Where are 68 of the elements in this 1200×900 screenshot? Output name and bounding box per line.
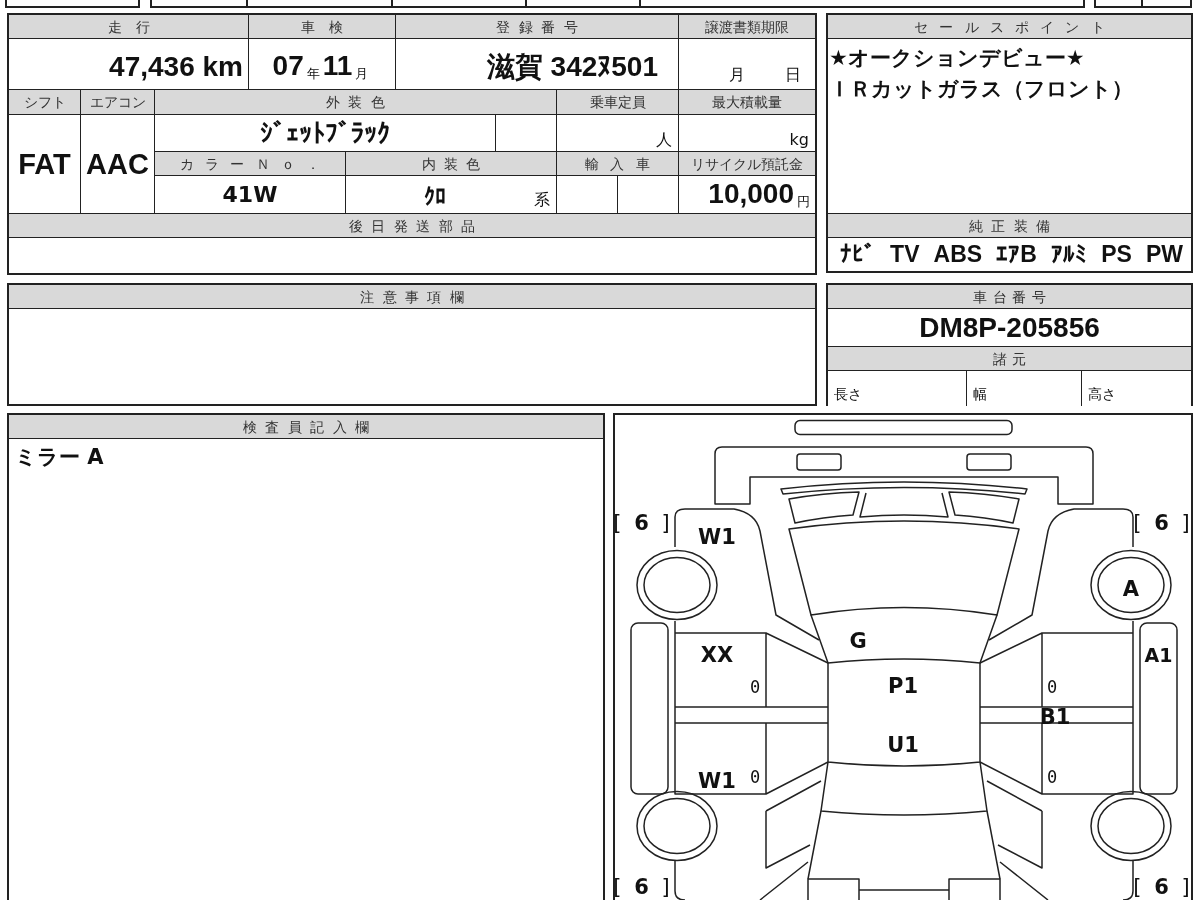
color-number-value: 41W — [222, 183, 278, 206]
unit-label: 系 — [534, 192, 550, 208]
door-mark: 0 — [749, 678, 761, 696]
field-header: 譲渡書類期限 — [679, 15, 815, 38]
section-header: 注意事項欄 — [9, 285, 815, 308]
equipment-item: ｱﾙﾐ — [1051, 243, 1087, 266]
unit-label: 年 — [306, 67, 320, 80]
unit-label: 月 — [729, 67, 745, 83]
mileage-value: 47,436 km — [109, 53, 243, 81]
spec-label: 長さ — [834, 387, 862, 401]
field-header: 輸入車 — [557, 152, 678, 175]
shift-value: FAT — [18, 149, 71, 179]
damage-code: P1 — [888, 675, 918, 697]
field-header: シフト — [9, 90, 80, 114]
field-header: 最大積載量 — [679, 90, 815, 114]
damage-code: W1 — [698, 526, 736, 548]
section-header: 諸元 — [828, 347, 1191, 370]
inspection-year: 07 — [272, 52, 304, 80]
registration-number: 滋賀 342ﾇ501 — [486, 53, 658, 81]
field-header: 内装色 — [346, 152, 556, 175]
tread-depth: [ 6 ] — [613, 876, 673, 898]
field-header: カラーＮｏ． — [155, 152, 345, 175]
damage-code: A — [1122, 578, 1140, 600]
interior-color-value: ｸﾛ — [424, 186, 446, 208]
equipment-item: ｴｱB — [996, 243, 1037, 266]
equipment-item: TV — [890, 243, 920, 266]
recycling-amount: 10,000 — [708, 180, 794, 208]
field-header: エアコン — [81, 90, 154, 114]
damage-code: XX — [700, 644, 734, 666]
inspector-note: ミラー A — [15, 444, 104, 471]
spec-label: 幅 — [973, 387, 987, 401]
section-header: セールスポイント — [828, 15, 1191, 38]
spec-label: 高さ — [1088, 387, 1116, 401]
damage-code: U1 — [887, 734, 919, 756]
door-mark: 0 — [1046, 678, 1058, 696]
field-header: 乗車定員 — [557, 90, 678, 114]
damage-code: G — [849, 630, 867, 652]
field-header: リサイクル預託金 — [679, 152, 815, 175]
equipment-item: PW — [1145, 243, 1183, 266]
field-header: 登録番号 — [396, 15, 678, 38]
unit-label: 日 — [785, 67, 801, 83]
sales-point-text: ★オークションデビュー★ — [829, 45, 1085, 72]
unit-label: 円 — [797, 195, 810, 208]
tread-depth: [ 6 ] — [1133, 876, 1193, 898]
field-header: 車検 — [249, 15, 395, 38]
sales-point-text: ＩＲカットガラス（フロント） — [829, 76, 1133, 103]
section-header: 純正装備 — [828, 214, 1191, 237]
damage-code: A1 — [1144, 645, 1173, 665]
tread-depth: [ 6 ] — [613, 512, 673, 534]
section-header: 車台番号 — [828, 285, 1191, 308]
equipment-item: ABS — [933, 243, 983, 266]
section-header: 後日発送部品 — [9, 214, 815, 237]
equipment-item: PS — [1101, 243, 1132, 266]
door-mark: 0 — [749, 768, 761, 786]
tread-depth: [ 6 ] — [1133, 512, 1193, 534]
section-header: 検査員記入欄 — [9, 415, 603, 438]
field-header: 外装色 — [155, 90, 556, 114]
air-conditioner-value: AAC — [86, 149, 149, 179]
exterior-color-value: ｼﾞｪｯﾄﾌﾞﾗｯｸ — [260, 120, 390, 146]
unit-label: 月 — [355, 67, 369, 80]
field-header: 走行 — [9, 15, 248, 38]
unit-label: kg — [789, 132, 809, 148]
unit-label: 人 — [656, 132, 672, 148]
equipment-item: ﾅﾋﾞ — [840, 243, 876, 266]
door-mark: 0 — [1046, 768, 1058, 786]
chassis-number: DM8P-205856 — [919, 313, 1100, 342]
inspection-month: 11 — [322, 52, 353, 80]
damage-code: W1 — [698, 770, 736, 792]
